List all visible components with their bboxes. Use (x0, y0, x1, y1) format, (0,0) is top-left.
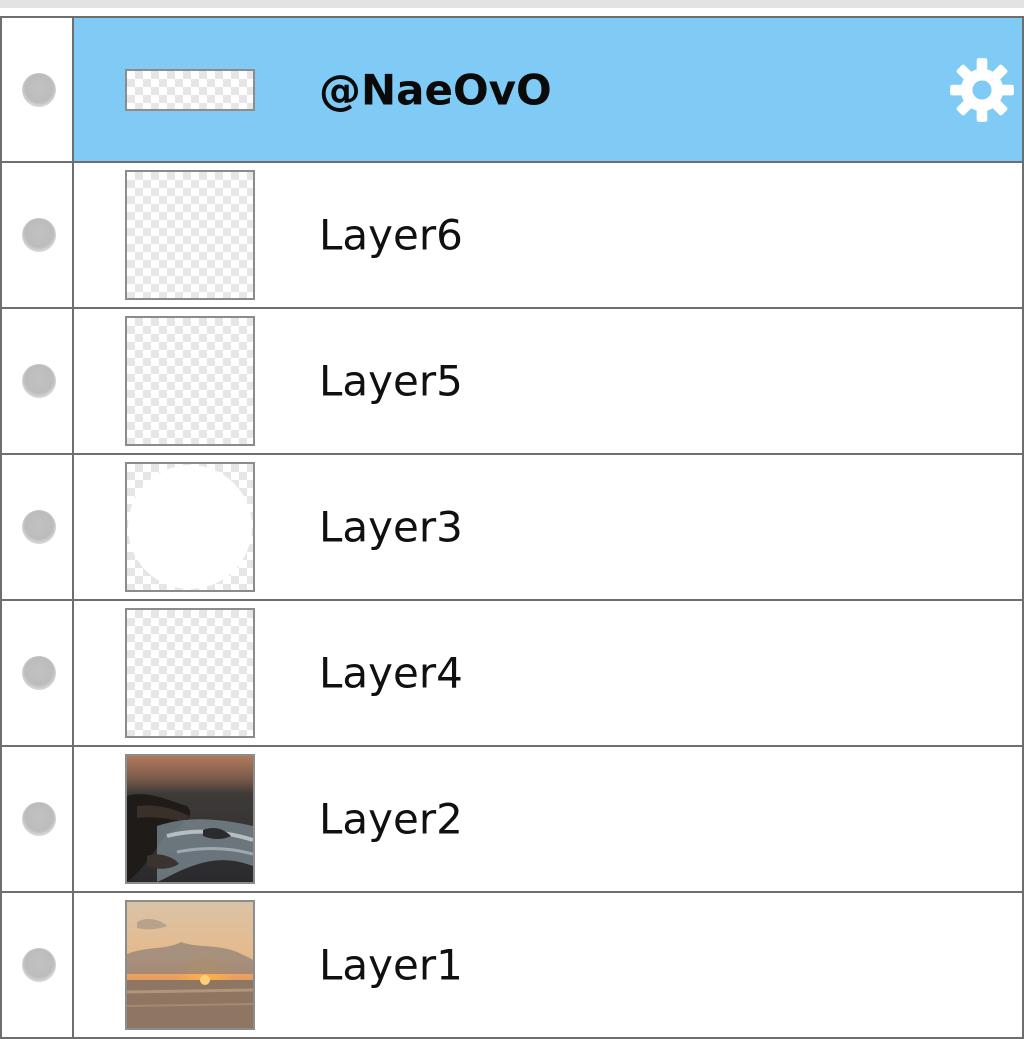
visibility-dot-icon (22, 948, 56, 982)
layer-thumbnail (125, 900, 255, 1030)
layer-thumbnail (125, 68, 255, 111)
visibility-toggle[interactable] (2, 455, 74, 599)
layer-main[interactable]: @NaeOvO (74, 18, 1022, 161)
layer-thumbnail (125, 754, 255, 884)
visibility-dot-icon (22, 510, 56, 544)
layer-row-layer1[interactable]: Layer1 (0, 893, 1024, 1039)
gear-icon[interactable] (948, 56, 1016, 124)
visibility-dot-icon (22, 656, 56, 690)
layer-name: Layer4 (319, 648, 463, 698)
layer-list: @NaeOvO Layer6 Layer5 Layer3 Layer4 Laye… (0, 16, 1024, 1039)
layer-row-layer5[interactable]: Layer5 (0, 309, 1024, 455)
layer-name: Layer3 (319, 502, 463, 552)
layer-main[interactable]: Layer6 (74, 163, 1022, 307)
layer-thumbnail (125, 170, 255, 300)
layer-main[interactable]: Layer1 (74, 893, 1022, 1037)
sunset-sea-photo (127, 902, 253, 1028)
visibility-toggle[interactable] (2, 309, 74, 453)
layer-row-layer3[interactable]: Layer3 (0, 455, 1024, 601)
layer-main[interactable]: Layer3 (74, 455, 1022, 599)
layer-name: Layer5 (319, 356, 463, 406)
layer-name: Layer2 (319, 794, 463, 844)
layer-row-layer4[interactable]: Layer4 (0, 601, 1024, 747)
layer-row-naeovo[interactable]: @NaeOvO (0, 16, 1024, 163)
layer-main[interactable]: Layer4 (74, 601, 1022, 745)
white-circle-shape (128, 465, 252, 589)
layer-thumbnail (125, 316, 255, 446)
layer-name: Layer6 (319, 210, 463, 260)
visibility-dot-icon (22, 802, 56, 836)
visibility-toggle[interactable] (2, 747, 74, 891)
layer-thumbnail (125, 608, 255, 738)
visibility-toggle[interactable] (2, 893, 74, 1037)
layers-panel: @NaeOvO Layer6 Layer5 Layer3 Layer4 Laye… (0, 0, 1024, 1039)
visibility-toggle[interactable] (2, 163, 74, 307)
layer-row-layer2[interactable]: Layer2 (0, 747, 1024, 893)
layer-name: @NaeOvO (319, 65, 552, 114)
ocean-rocks-photo (127, 756, 253, 882)
visibility-dot-icon (22, 364, 56, 398)
visibility-dot-icon (22, 218, 56, 252)
visibility-toggle[interactable] (2, 601, 74, 745)
visibility-toggle[interactable] (2, 18, 74, 161)
visibility-dot-icon (22, 72, 56, 107)
layer-row-layer6[interactable]: Layer6 (0, 163, 1024, 309)
layer-main[interactable]: Layer2 (74, 747, 1022, 891)
layer-name: Layer1 (319, 940, 463, 990)
layer-main[interactable]: Layer5 (74, 309, 1022, 453)
layer-thumbnail (125, 462, 255, 592)
